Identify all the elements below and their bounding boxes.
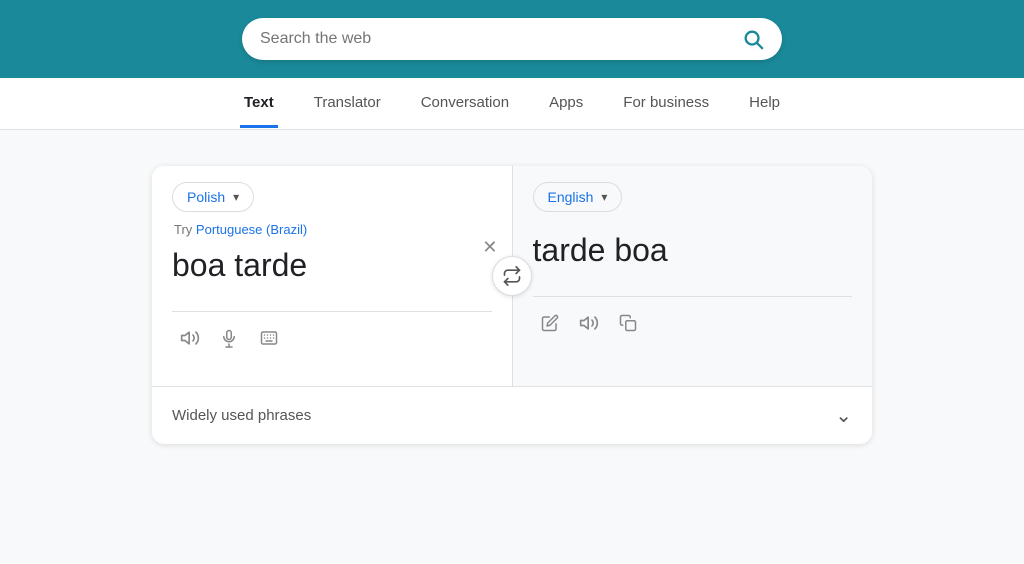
copy-button[interactable] bbox=[615, 309, 641, 337]
target-lang-selector[interactable]: English ▾ bbox=[533, 182, 623, 212]
source-text: boa tarde bbox=[172, 245, 492, 287]
clear-button[interactable]: ✕ bbox=[482, 238, 497, 256]
translation-panels: Polish ▾ Try Portuguese (Brazil) boa tar… bbox=[152, 166, 872, 386]
source-speaker-icon bbox=[180, 328, 200, 348]
source-speaker-button[interactable] bbox=[176, 324, 204, 352]
target-lang-name: English bbox=[548, 189, 594, 205]
phrases-chevron-icon: ⌄ bbox=[835, 403, 852, 428]
target-text: tarde boa bbox=[533, 230, 853, 272]
source-lang-selector[interactable]: Polish ▾ bbox=[172, 182, 254, 212]
target-panel-actions bbox=[533, 296, 853, 351]
keyboard-button[interactable] bbox=[254, 325, 284, 351]
nav-item-text[interactable]: Text bbox=[240, 80, 278, 128]
nav-item-help[interactable]: Help bbox=[745, 80, 784, 128]
source-panel-actions bbox=[172, 311, 492, 366]
mic-button[interactable] bbox=[216, 324, 242, 352]
target-speaker-icon bbox=[579, 313, 599, 333]
edit-icon bbox=[541, 314, 559, 332]
main-content: Polish ▾ Try Portuguese (Brazil) boa tar… bbox=[0, 130, 1024, 480]
target-lang-chevron-icon: ▾ bbox=[601, 190, 607, 204]
nav-item-apps[interactable]: Apps bbox=[545, 80, 587, 128]
search-bar bbox=[242, 18, 782, 60]
search-input[interactable] bbox=[260, 30, 742, 48]
nav-item-for-business[interactable]: For business bbox=[619, 80, 713, 128]
source-lang-name: Polish bbox=[187, 189, 225, 205]
header bbox=[0, 0, 1024, 78]
search-icon bbox=[742, 28, 764, 50]
target-panel: English ▾ tarde boa bbox=[513, 166, 873, 386]
copy-icon bbox=[619, 313, 637, 333]
nav-bar: Text Translator Conversation Apps For bu… bbox=[0, 78, 1024, 130]
target-speaker-button[interactable] bbox=[575, 309, 603, 337]
swap-container bbox=[492, 256, 532, 296]
phrases-section[interactable]: Widely used phrases ⌄ bbox=[152, 386, 872, 444]
source-panel: Polish ▾ Try Portuguese (Brazil) boa tar… bbox=[152, 166, 513, 386]
nav-item-translator[interactable]: Translator bbox=[310, 80, 385, 128]
swap-button[interactable] bbox=[492, 256, 532, 296]
keyboard-icon bbox=[258, 329, 280, 347]
suggestion-link[interactable]: Portuguese (Brazil) bbox=[196, 222, 307, 237]
nav-item-conversation[interactable]: Conversation bbox=[417, 80, 513, 128]
suggestion-text: Try Portuguese (Brazil) bbox=[172, 222, 492, 237]
mic-icon bbox=[220, 328, 238, 348]
search-button[interactable] bbox=[742, 28, 764, 50]
translator-card: Polish ▾ Try Portuguese (Brazil) boa tar… bbox=[152, 166, 872, 444]
swap-icon bbox=[502, 266, 522, 286]
source-lang-chevron-icon: ▾ bbox=[233, 190, 239, 204]
edit-translation-button[interactable] bbox=[537, 310, 563, 336]
phrases-label: Widely used phrases bbox=[172, 407, 311, 424]
